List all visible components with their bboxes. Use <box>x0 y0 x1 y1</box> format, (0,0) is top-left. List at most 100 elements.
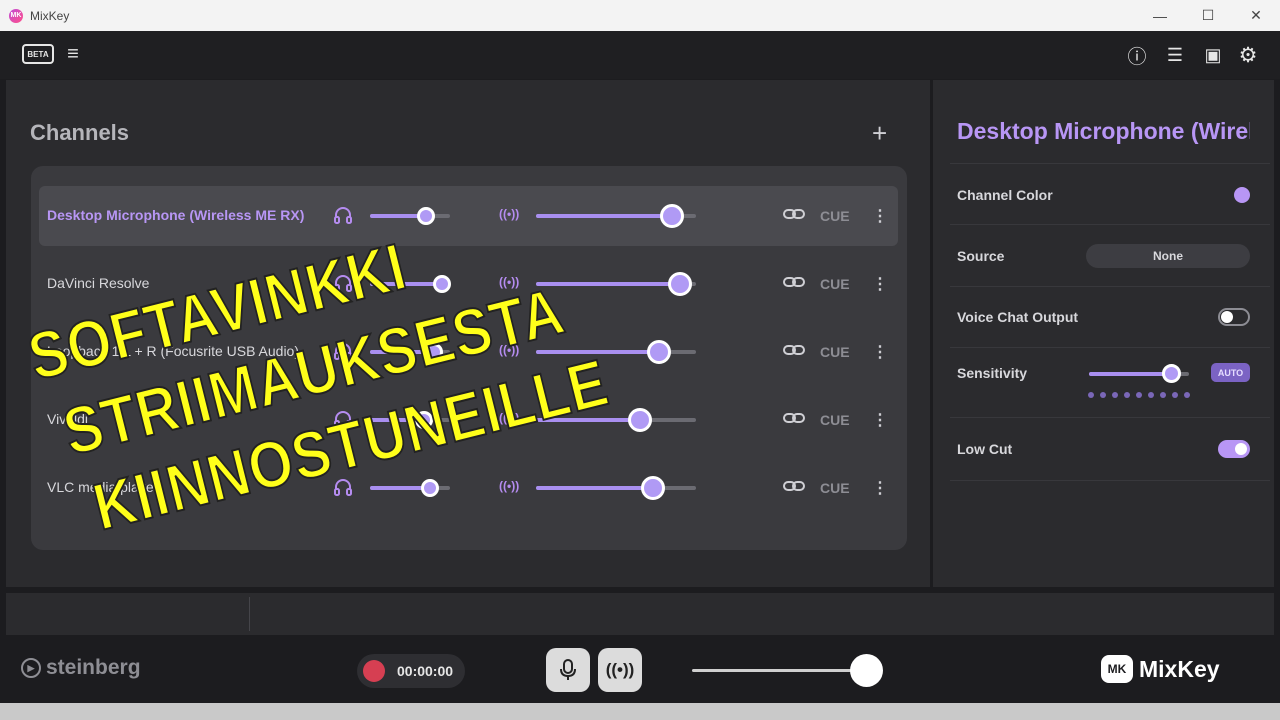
more-options-icon[interactable]: ⋮ <box>872 342 888 362</box>
add-channel-button[interactable]: + <box>872 120 887 146</box>
link-icon[interactable] <box>783 478 805 499</box>
monitor-volume-knob[interactable] <box>414 411 433 429</box>
channel-row[interactable]: VLC media player <box>39 458 898 518</box>
link-icon[interactable] <box>783 206 805 227</box>
divider <box>950 347 1270 348</box>
channel-row[interactable]: Loopback 1 L + R (Focusrite USB Audio) <box>39 322 898 382</box>
channel-color-label: Channel Color <box>957 187 1053 203</box>
stream-volume-slider[interactable] <box>536 350 696 354</box>
divider <box>249 597 250 631</box>
app-topbar <box>0 31 1280 79</box>
low-cut-label: Low Cut <box>957 441 1013 457</box>
panel-channel-title: Desktop Microphone (Wireless ME RX) <box>957 118 1250 144</box>
channel-name: VLC media player <box>47 479 159 495</box>
channel-name: Loopback 1 L + R (Focusrite USB Audio) <box>47 343 299 359</box>
headphone-icon <box>333 342 353 363</box>
divider <box>950 480 1270 481</box>
link-icon[interactable] <box>783 410 805 431</box>
sensitivity-knob[interactable] <box>1162 364 1181 383</box>
monitor-volume-knob[interactable] <box>417 207 435 225</box>
window-titlebar: MK MixKey — ☐ ✕ <box>0 0 1280 32</box>
voice-chat-output-label: Voice Chat Output <box>957 309 1079 325</box>
monitor-volume-knob[interactable] <box>425 343 443 361</box>
sidepanel-icon[interactable]: ▣ <box>1202 45 1224 65</box>
stream-volume-knob[interactable] <box>640 476 665 500</box>
brand-text: steinberg <box>46 656 141 679</box>
window-controls: — ☐ ✕ <box>1136 0 1280 31</box>
cue-button[interactable]: CUE <box>820 208 850 224</box>
microphone-icon <box>560 659 576 680</box>
low-cut-toggle[interactable] <box>1218 440 1250 458</box>
monitor-volume-slider[interactable] <box>370 214 450 218</box>
mixkey-logo-text: MixKey <box>1139 655 1220 682</box>
cue-button[interactable]: CUE <box>820 276 850 292</box>
stream-volume-fill <box>536 214 672 218</box>
more-options-icon[interactable]: ⋮ <box>872 410 888 430</box>
monitor-volume-knob[interactable] <box>421 479 439 497</box>
stream-volume-fill <box>536 486 653 490</box>
minimize-button[interactable]: — <box>1136 0 1184 31</box>
link-icon[interactable] <box>783 342 805 363</box>
microphone-button[interactable] <box>546 648 590 692</box>
sensitivity-meter <box>1088 392 1190 398</box>
headphone-icon <box>333 206 353 227</box>
cue-button[interactable]: CUE <box>820 344 850 360</box>
stream-broadcast-icon: ((•)) <box>499 479 520 493</box>
source-select[interactable]: None <box>1086 244 1250 268</box>
monitor-volume-slider[interactable] <box>370 418 450 422</box>
stream-volume-fill <box>536 350 660 354</box>
status-strip <box>6 593 1274 635</box>
channel-row[interactable]: Vivaldi <box>39 390 898 450</box>
stream-broadcast-icon: ((•)) <box>499 275 520 289</box>
close-button[interactable]: ✕ <box>1232 0 1280 31</box>
channels-title: Channels <box>30 120 130 145</box>
toggle-knob <box>1235 443 1247 455</box>
more-options-icon[interactable]: ⋮ <box>872 274 888 294</box>
hamburger-menu-icon[interactable]: ≡ <box>62 43 84 65</box>
mixkey-badge: MK <box>1101 655 1133 683</box>
stream-volume-knob[interactable] <box>628 408 652 432</box>
headphone-icon <box>333 478 353 499</box>
stream-volume-slider[interactable] <box>536 486 696 490</box>
stream-broadcast-icon: ((•)) <box>499 411 520 425</box>
record-control: 00:00:00 <box>357 654 465 688</box>
stream-volume-knob[interactable] <box>660 204 684 228</box>
stream-volume-slider[interactable] <box>536 418 696 422</box>
stream-volume-fill <box>536 282 680 286</box>
more-options-icon[interactable]: ⋮ <box>872 478 888 498</box>
list-add-icon[interactable]: ☰ <box>1164 45 1186 65</box>
divider <box>950 417 1270 418</box>
link-icon[interactable] <box>783 274 805 295</box>
more-options-icon[interactable]: ⋮ <box>872 206 888 226</box>
channel-name: Vivaldi <box>47 411 88 427</box>
master-volume-knob[interactable] <box>849 654 883 687</box>
beta-feedback-icon[interactable]: BETA <box>22 44 54 64</box>
sensitivity-fill <box>1089 372 1171 376</box>
record-button[interactable] <box>363 660 385 682</box>
broadcast-button[interactable]: ((•)) <box>598 648 642 692</box>
voice-chat-output-toggle[interactable] <box>1218 308 1250 326</box>
channel-row[interactable]: DaVinci Resolve <box>39 254 898 314</box>
settings-gear-icon[interactable]: ⚙ <box>1236 44 1260 67</box>
steinberg-logo: ▶ steinberg <box>21 656 141 680</box>
stream-volume-knob[interactable] <box>668 272 692 296</box>
cue-button[interactable]: CUE <box>820 412 850 428</box>
info-icon[interactable]: ⓘ <box>1126 45 1148 68</box>
record-time: 00:00:00 <box>397 663 454 679</box>
stream-broadcast-icon: ((•)) <box>499 343 520 357</box>
cue-button[interactable]: CUE <box>820 480 850 496</box>
channel-row[interactable]: Desktop Microphone (Wireless ME RX) <box>39 186 898 246</box>
monitor-volume-fill <box>370 282 442 286</box>
mixkey-logo: MK MixKey <box>1101 655 1220 683</box>
divider <box>950 286 1270 287</box>
stream-volume-knob[interactable] <box>647 340 672 364</box>
broadcast-icon: ((•)) <box>605 660 635 679</box>
channel-color-swatch[interactable] <box>1234 187 1250 203</box>
auto-sensitivity-button[interactable]: AUTO <box>1211 363 1250 382</box>
headphone-icon <box>333 410 353 431</box>
stream-broadcast-icon: ((•)) <box>499 207 520 221</box>
source-label: Source <box>957 248 1005 264</box>
steinberg-play-icon: ▶ <box>21 658 41 678</box>
monitor-volume-knob[interactable] <box>433 275 451 293</box>
maximize-button[interactable]: ☐ <box>1184 0 1232 31</box>
